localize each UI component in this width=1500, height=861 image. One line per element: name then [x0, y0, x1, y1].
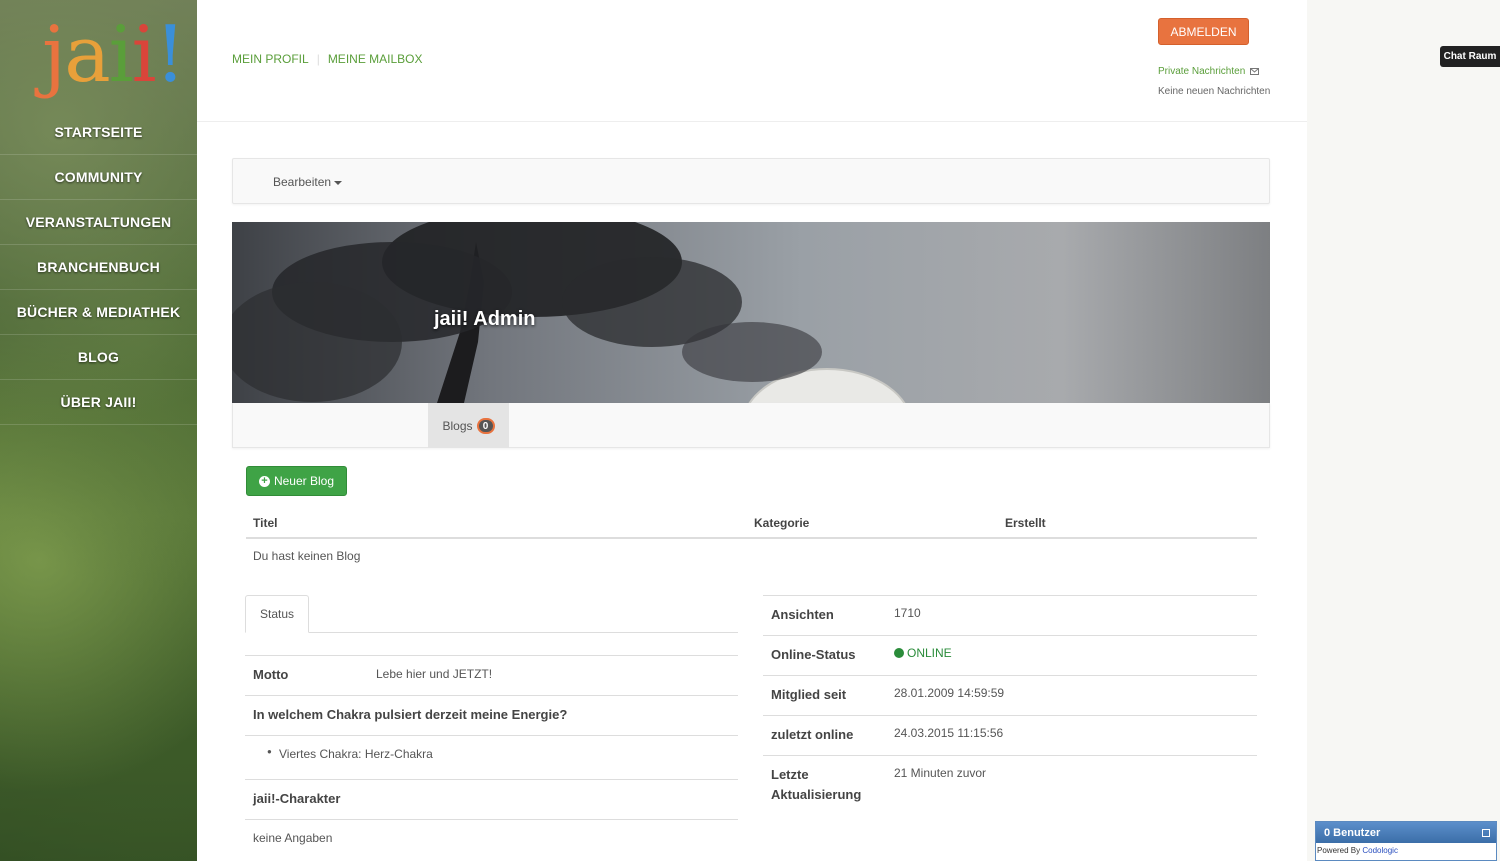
logo-letter: i	[108, 10, 134, 100]
online-status-value: ONLINE	[894, 646, 952, 660]
logout-button[interactable]: ABMELDEN	[1158, 18, 1249, 45]
top-nav: MEIN PROFIL | MEINE MAILBOX	[232, 52, 423, 66]
last-update-label: Letzte Aktualisierung	[771, 767, 862, 802]
character-value: keine Angaben	[253, 831, 333, 845]
views-label: Ansichten	[771, 607, 834, 622]
nav-item-community[interactable]: COMMUNITY	[0, 155, 197, 200]
edit-dropdown[interactable]: Bearbeiten	[273, 175, 343, 189]
chat-users-count: 0 Benutzer	[1324, 826, 1381, 839]
profile-tabs: Blogs 0	[232, 403, 1270, 448]
logo-letter: !	[154, 10, 186, 100]
empty-blog-message: Du hast keinen Blog	[253, 549, 361, 563]
site-logo[interactable]: jaii!	[42, 10, 186, 100]
right-panel	[1307, 0, 1500, 861]
logo-letter: j	[42, 10, 66, 100]
table-header: Titel Kategorie Erstellt	[246, 505, 1257, 539]
new-blog-label: Neuer Blog	[273, 474, 335, 488]
motto-value: Lebe hier und JETZT!	[376, 667, 493, 681]
my-mailbox-link[interactable]: MEINE MAILBOX	[328, 52, 423, 66]
column-header-title[interactable]: Titel	[253, 516, 277, 530]
powered-by: Powered By Codologic	[1316, 843, 1496, 858]
nav-item-startseite[interactable]: STARTSEITE	[0, 110, 197, 155]
nav-item-buecher-mediathek[interactable]: BÜCHER & MEDIATHEK	[0, 290, 197, 335]
logo-letter: a	[64, 10, 110, 100]
nav-item-blog[interactable]: BLOG	[0, 335, 197, 380]
messages-status: Keine neuen Nachrichten	[1158, 86, 1271, 97]
nav-item-ueber-jaii[interactable]: ÜBER JAII!	[0, 380, 197, 425]
powered-by-text: Powered By	[1317, 846, 1363, 855]
envelope-icon	[1250, 68, 1260, 75]
my-profile-link[interactable]: MEIN PROFIL	[232, 52, 309, 66]
profile-details-left: Motto Lebe hier und JETZT! In welchem Ch…	[245, 655, 738, 859]
blogs-count-badge: 0	[476, 417, 495, 434]
chakra-answer: Viertes Chakra: Herz-Chakra	[279, 747, 433, 761]
private-messages-link[interactable]: Private Nachrichten	[1158, 66, 1260, 77]
nav-item-veranstaltungen[interactable]: VERANSTALTUNGEN	[0, 200, 197, 245]
chat-room-button[interactable]: Chat Raum	[1440, 46, 1500, 67]
tab-blogs-label: Blogs	[442, 418, 473, 433]
profile-row-character: jaii!-Charakter	[245, 779, 738, 819]
online-status-text: ONLINE	[907, 646, 952, 660]
tab-blogs[interactable]: Blogs 0	[428, 403, 509, 448]
tab-status[interactable]: Status	[245, 595, 309, 633]
member-since-label: Mitglied seit	[771, 687, 847, 702]
caret-down-icon	[334, 180, 343, 185]
header-divider	[197, 121, 1307, 122]
profile-details-right: Ansichten 1710 Online-Status ONLINE Mitg…	[763, 595, 1257, 815]
last-update-value: 21 Minuten zuvor	[894, 766, 987, 780]
online-status-label: Online-Status	[771, 647, 856, 662]
profile-row-chakra: In welchem Chakra pulsiert derzeit meine…	[245, 695, 738, 735]
sidebar: jaii! STARTSEITE COMMUNITY VERANSTALTUNG…	[0, 0, 197, 861]
profile-row-motto: Motto Lebe hier und JETZT!	[245, 655, 738, 695]
motto-label: Motto	[253, 667, 289, 682]
chakra-question: In welchem Chakra pulsiert derzeit meine…	[253, 707, 568, 722]
plus-circle-icon: +	[258, 475, 270, 487]
column-header-created[interactable]: Erstellt	[1005, 516, 1046, 530]
profile-row-last-update: Letzte Aktualisierung 21 Minuten zuvor	[763, 755, 1257, 815]
chat-users-widget[interactable]: 0 Benutzer Powered By Codologic	[1315, 821, 1497, 861]
maximize-icon[interactable]	[1482, 828, 1490, 837]
member-since-value: 28.01.2009 14:59:59	[894, 686, 1005, 700]
bullet-icon: ●	[267, 747, 272, 756]
last-online-label: zuletzt online	[771, 727, 854, 742]
online-dot-icon	[894, 648, 904, 658]
profile-cover: jaii! Admin	[232, 222, 1270, 403]
profile-row-last-online: zuletzt online 24.03.2015 11:15:56	[763, 715, 1257, 755]
new-blog-button[interactable]: + Neuer Blog	[246, 466, 347, 496]
nav-separator: |	[316, 52, 320, 66]
logo-letter: i	[131, 10, 157, 100]
main-nav: STARTSEITE COMMUNITY VERANSTALTUNGEN BRA…	[0, 110, 197, 425]
profile-row-views: Ansichten 1710	[763, 595, 1257, 635]
last-online-value: 24.03.2015 11:15:56	[894, 726, 1004, 740]
profile-row-chakra-answer: ● Viertes Chakra: Herz-Chakra	[245, 735, 738, 779]
status-tabs: Status	[245, 595, 738, 633]
private-messages-label: Private Nachrichten	[1158, 66, 1246, 77]
views-value: 1710	[894, 606, 921, 620]
profile-name: jaii! Admin	[434, 308, 536, 330]
character-label: jaii!-Charakter	[253, 791, 341, 806]
powered-by-brand[interactable]: Codologic	[1362, 846, 1398, 855]
nav-item-branchenbuch[interactable]: BRANCHENBUCH	[0, 245, 197, 290]
cover-image	[232, 222, 906, 403]
profile-row-character-value: keine Angaben	[245, 819, 738, 859]
column-header-category[interactable]: Kategorie	[754, 516, 809, 530]
profile-edit-bar: Bearbeiten	[232, 158, 1270, 204]
blog-table: Titel Kategorie Erstellt Du hast keinen …	[246, 505, 1257, 573]
edit-dropdown-label: Bearbeiten	[273, 175, 332, 189]
chat-users-bar[interactable]: 0 Benutzer	[1316, 822, 1496, 843]
profile-row-online-status: Online-Status ONLINE	[763, 635, 1257, 675]
profile-row-member-since: Mitglied seit 28.01.2009 14:59:59	[763, 675, 1257, 715]
